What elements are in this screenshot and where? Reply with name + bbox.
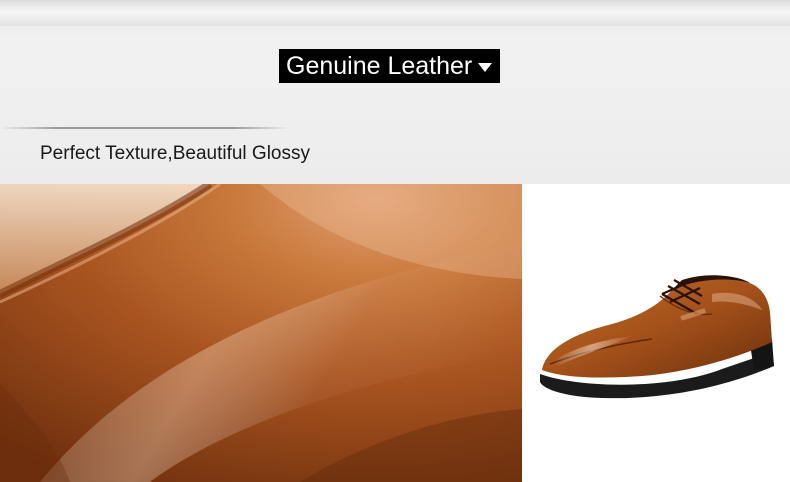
title-badge: Genuine Leather	[279, 49, 501, 83]
leather-closeup-image	[0, 184, 522, 482]
product-shoe-image	[522, 184, 790, 482]
caret-down-icon	[478, 62, 493, 72]
page-title: Genuine Leather	[286, 52, 473, 80]
divider-line	[0, 127, 290, 129]
subtitle: Perfect Texture,Beautiful Glossy	[40, 143, 310, 164]
top-strip	[0, 0, 790, 26]
header-banner: Genuine Leather Perfect Texture,Beautifu…	[0, 0, 790, 184]
